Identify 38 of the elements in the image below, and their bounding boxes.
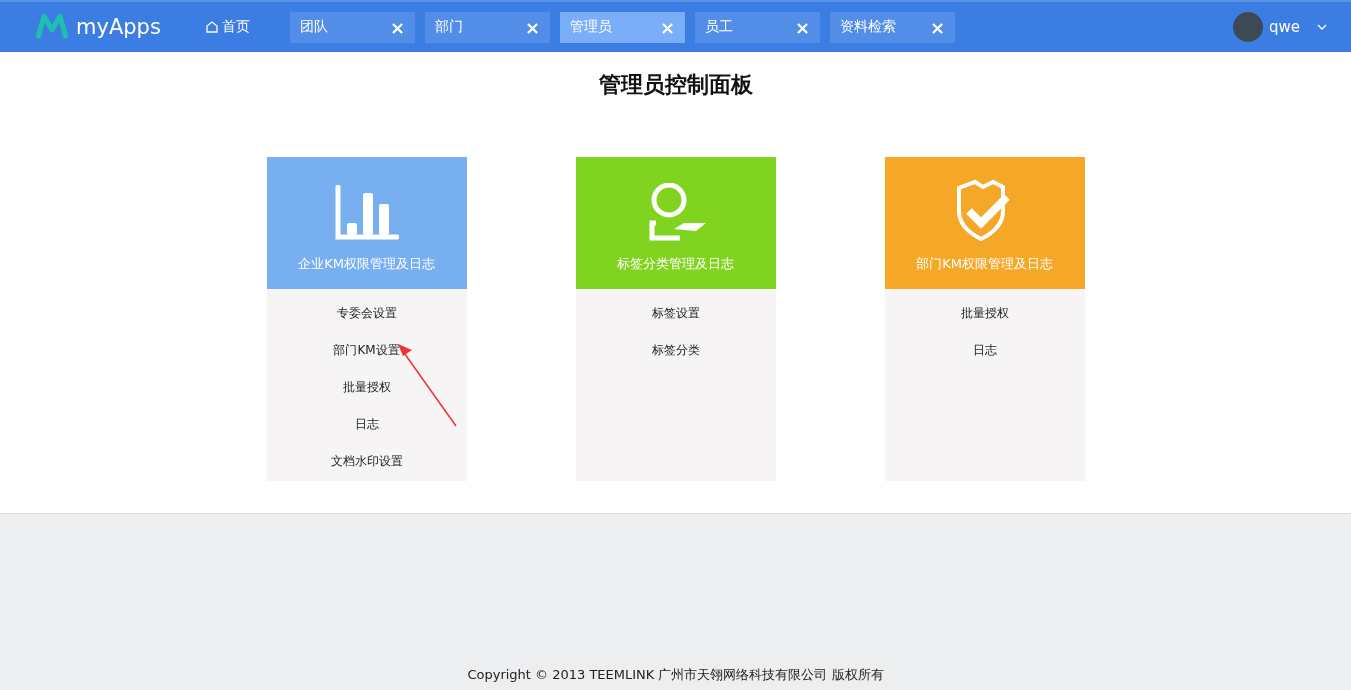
tab[interactable]: 员工 ×: [695, 11, 820, 43]
card-title: 企业KM权限管理及日志: [298, 255, 435, 273]
menu-link[interactable]: 部门KM设置: [333, 341, 400, 359]
user-name[interactable]: qwe: [1269, 18, 1311, 36]
logo-icon: [36, 14, 68, 40]
page-title: 管理员控制面板: [597, 71, 754, 99]
menu-link[interactable]: 日志: [354, 415, 379, 433]
close-icon[interactable]: ×: [794, 16, 810, 38]
avatar[interactable]: [1233, 12, 1263, 42]
home-label: 首页: [222, 18, 250, 36]
menu-link[interactable]: 专委会设置: [336, 304, 397, 322]
tab-label: 管理员: [570, 18, 612, 36]
bar-chart-icon: [334, 185, 399, 241]
chevron-down-icon[interactable]: [1317, 24, 1327, 30]
tab[interactable]: 资料检索 ×: [830, 11, 955, 43]
menu-link[interactable]: 批量授权: [960, 304, 1009, 322]
card-title: 部门KM权限管理及日志: [916, 255, 1053, 273]
close-icon[interactable]: ×: [659, 16, 675, 38]
copyright-text: Copyright © 2013 TEEMLINK 广州市天翎网络科技有限公司 版权所有: [466, 666, 885, 684]
tab-label: 团队: [300, 18, 328, 36]
menu-link[interactable]: 批量授权: [342, 378, 391, 396]
menu-link[interactable]: 文档水印设置: [330, 452, 403, 470]
tab-label: 部门: [435, 18, 463, 36]
home-icon: [206, 21, 218, 33]
tab-label: 资料检索: [840, 18, 896, 36]
tab[interactable]: 部门 ×: [425, 11, 550, 43]
tab[interactable]: 管理员 ×: [560, 11, 685, 43]
tab-label: 员工: [705, 18, 733, 36]
card-title: 标签分类管理及日志: [617, 255, 734, 273]
tab[interactable]: 团队 ×: [290, 11, 415, 43]
home-link[interactable]: 首页: [206, 18, 290, 36]
close-icon[interactable]: ×: [389, 16, 405, 38]
menu-link[interactable]: 标签分类: [651, 341, 700, 359]
menu-link[interactable]: 标签设置: [651, 304, 700, 322]
close-icon[interactable]: ×: [929, 16, 945, 38]
logo-text: myApps: [76, 15, 161, 39]
menu-link[interactable]: 日志: [972, 341, 997, 359]
close-icon[interactable]: ×: [524, 16, 540, 38]
